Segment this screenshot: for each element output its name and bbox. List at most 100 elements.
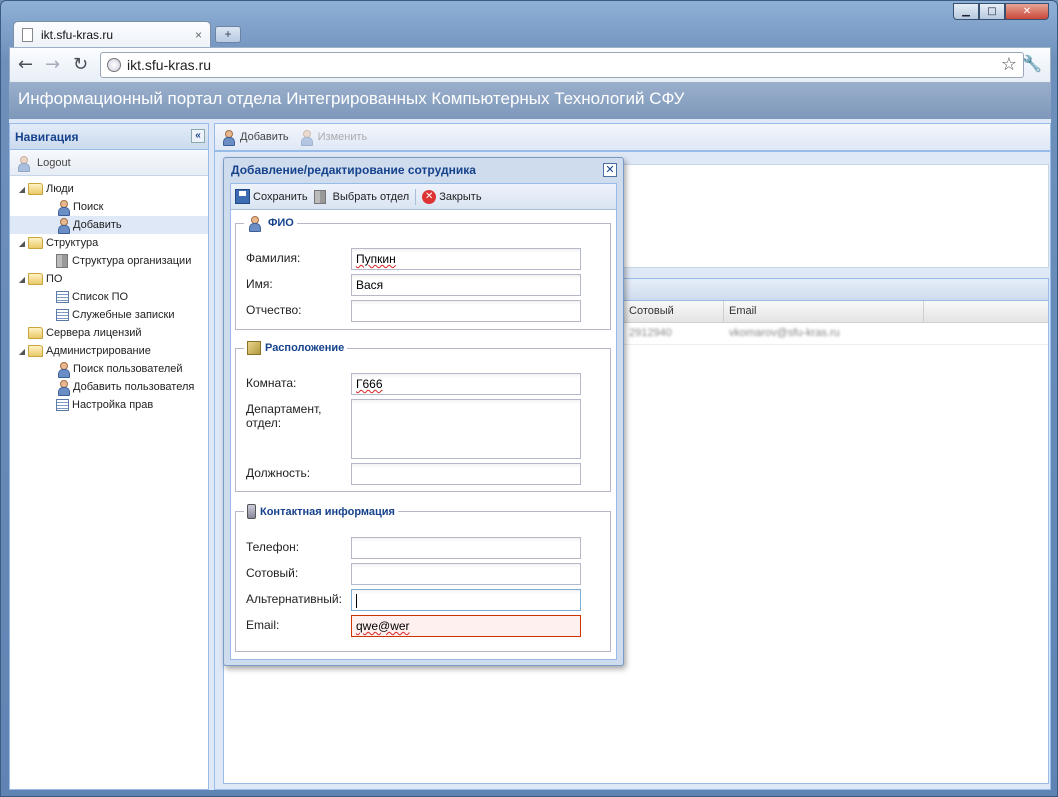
email-input[interactable]: qwe@wer xyxy=(351,615,581,637)
expand-arrow-icon[interactable]: ◢ xyxy=(16,185,28,194)
nav-item-label: Добавить пользователя xyxy=(73,381,195,393)
user-icon xyxy=(56,218,70,234)
list-icon xyxy=(56,309,69,321)
nav-item[interactable]: Добавить пользователя xyxy=(10,378,208,396)
nav-item-label: Администрирование xyxy=(46,345,151,357)
window-controls: ▁ □ ✕ xyxy=(953,3,1049,20)
list-icon xyxy=(56,399,69,411)
dialog-body: Сохранить Выбрать отдел ✕ Закрыть ФИО Фа… xyxy=(230,183,617,660)
nav-item[interactable]: ◢ Люди xyxy=(10,180,208,198)
maximize-button[interactable]: □ xyxy=(979,3,1005,20)
logout-label: Logout xyxy=(37,156,71,169)
nav-item[interactable]: Сервера лицензий xyxy=(10,324,208,342)
phone-input[interactable] xyxy=(351,537,581,559)
room-input[interactable]: Г666 xyxy=(351,373,581,395)
person-icon xyxy=(247,216,261,232)
logout-button[interactable]: Logout xyxy=(10,150,208,176)
nav-item[interactable]: Поиск xyxy=(10,198,208,216)
reload-icon[interactable]: ↻ xyxy=(73,54,88,75)
mobile-input[interactable] xyxy=(351,563,581,585)
patronymic-input[interactable] xyxy=(351,300,581,322)
dialog-header[interactable]: Добавление/редактирование сотрудника ✕ xyxy=(224,158,623,182)
email-label: Email: xyxy=(246,618,280,632)
location-legend: Расположение xyxy=(265,342,345,354)
nav-item[interactable]: Настройка прав xyxy=(10,396,208,414)
choose-department-button[interactable]: Выбрать отдел xyxy=(313,189,409,204)
forward-icon[interactable]: → xyxy=(45,54,60,75)
expand-arrow-icon[interactable]: ◢ xyxy=(16,239,28,248)
navigation-tree: ◢ Люди Поиск Добавить ◢ Структура Структура ор… xyxy=(10,176,208,414)
nav-item-label: Список ПО xyxy=(72,291,129,303)
dialog-close-icon[interactable]: ✕ xyxy=(603,163,617,177)
surname-label: Фамилия: xyxy=(246,251,301,265)
position-label: Должность: xyxy=(246,466,311,480)
collapse-icon[interactable]: « xyxy=(191,129,205,143)
new-tab-button[interactable]: + xyxy=(215,26,241,43)
contact-fieldset: Контактная информация Телефон: Сотовый: … xyxy=(235,504,611,652)
folder-icon xyxy=(28,237,43,249)
nav-item-label: ПО xyxy=(46,273,63,285)
add-button-label: Добавить xyxy=(240,131,289,143)
nav-item-label: Настройка прав xyxy=(72,399,154,411)
browser-tab[interactable]: ikt.sfu-kras.ru × xyxy=(13,21,211,47)
alt-phone-label: Альтернативный: xyxy=(246,592,342,606)
nav-item-label: Служебные записки xyxy=(72,309,175,321)
building-icon xyxy=(56,254,68,268)
nav-item[interactable]: ◢ ПО xyxy=(10,270,208,288)
user-icon xyxy=(56,200,70,216)
column-header-mobile[interactable]: Сотовый xyxy=(624,301,724,322)
wrench-icon[interactable]: 🔧 xyxy=(1022,54,1042,73)
save-label: Сохранить xyxy=(253,190,308,203)
globe-icon xyxy=(107,58,121,72)
expand-arrow-icon[interactable]: ◢ xyxy=(16,347,28,356)
navigation-title: Навигация xyxy=(15,130,79,144)
nav-item-label: Сервера лицензий xyxy=(46,327,142,339)
nav-item-label: Структура xyxy=(46,237,99,249)
edit-button-label: Изменить xyxy=(317,131,368,143)
close-label: Закрыть xyxy=(439,190,482,203)
folder-icon xyxy=(28,327,43,339)
fio-legend: ФИО xyxy=(268,217,294,229)
name-input[interactable]: Вася xyxy=(351,274,581,296)
expand-arrow-icon[interactable]: ◢ xyxy=(16,275,28,284)
edit-employee-button[interactable]: Изменить xyxy=(299,130,368,146)
close-window-button[interactable]: ✕ xyxy=(1005,3,1049,20)
toolbar-separator xyxy=(415,188,417,205)
close-button[interactable]: ✕ Закрыть xyxy=(422,189,482,204)
nav-item[interactable]: ◢ Структура xyxy=(10,234,208,252)
save-button[interactable]: Сохранить xyxy=(235,189,308,204)
add-employee-button[interactable]: Добавить xyxy=(221,130,289,146)
browser-toolbar: ← → ↻ ikt.sfu-kras.ru ☆ 🔧 xyxy=(9,47,1051,82)
map-icon xyxy=(247,341,261,355)
nav-item[interactable]: Структура организации xyxy=(10,252,208,270)
nav-item[interactable]: Служебные записки xyxy=(10,306,208,324)
column-header-email[interactable]: Email xyxy=(724,301,924,322)
bookmark-star-icon[interactable]: ☆ xyxy=(1001,54,1017,75)
close-icon: ✕ xyxy=(422,189,437,204)
contact-legend: Контактная информация xyxy=(260,505,395,518)
nav-item[interactable]: Добавить xyxy=(10,216,208,234)
minimize-button[interactable]: ▁ xyxy=(953,3,979,20)
nav-item-label: Люди xyxy=(46,183,74,195)
add-user-icon xyxy=(221,130,235,146)
position-input[interactable] xyxy=(351,463,581,485)
address-text: ikt.sfu-kras.ru xyxy=(127,57,212,73)
back-icon[interactable]: ← xyxy=(18,54,33,75)
mobile-label: Сотовый: xyxy=(246,566,299,580)
address-bar[interactable]: ikt.sfu-kras.ru ☆ xyxy=(100,52,1024,78)
folder-icon xyxy=(28,183,43,195)
nav-item[interactable]: Список ПО xyxy=(10,288,208,306)
alt-phone-input[interactable] xyxy=(351,589,581,611)
user-icon xyxy=(56,362,70,378)
tab-close-icon[interactable]: × xyxy=(195,28,202,42)
portal-header: Информационный портал отдела Интегрирова… xyxy=(9,82,1051,119)
nav-item[interactable]: Поиск пользователей xyxy=(10,360,208,378)
list-icon xyxy=(56,291,69,303)
surname-input[interactable]: Пупкин xyxy=(351,248,581,270)
table-cell-email: vkomarov@sfu-kras.ru xyxy=(729,327,840,339)
nav-item[interactable]: ◢ Администрирование xyxy=(10,342,208,360)
browser-window: ▁ □ ✕ ikt.sfu-kras.ru × + ← → ↻ ikt.sfu-… xyxy=(0,0,1058,797)
employee-dialog: Добавление/редактирование сотрудника ✕ С… xyxy=(223,157,624,666)
department-textarea[interactable] xyxy=(351,399,581,459)
main-toolbar: Добавить Изменить xyxy=(214,123,1051,151)
